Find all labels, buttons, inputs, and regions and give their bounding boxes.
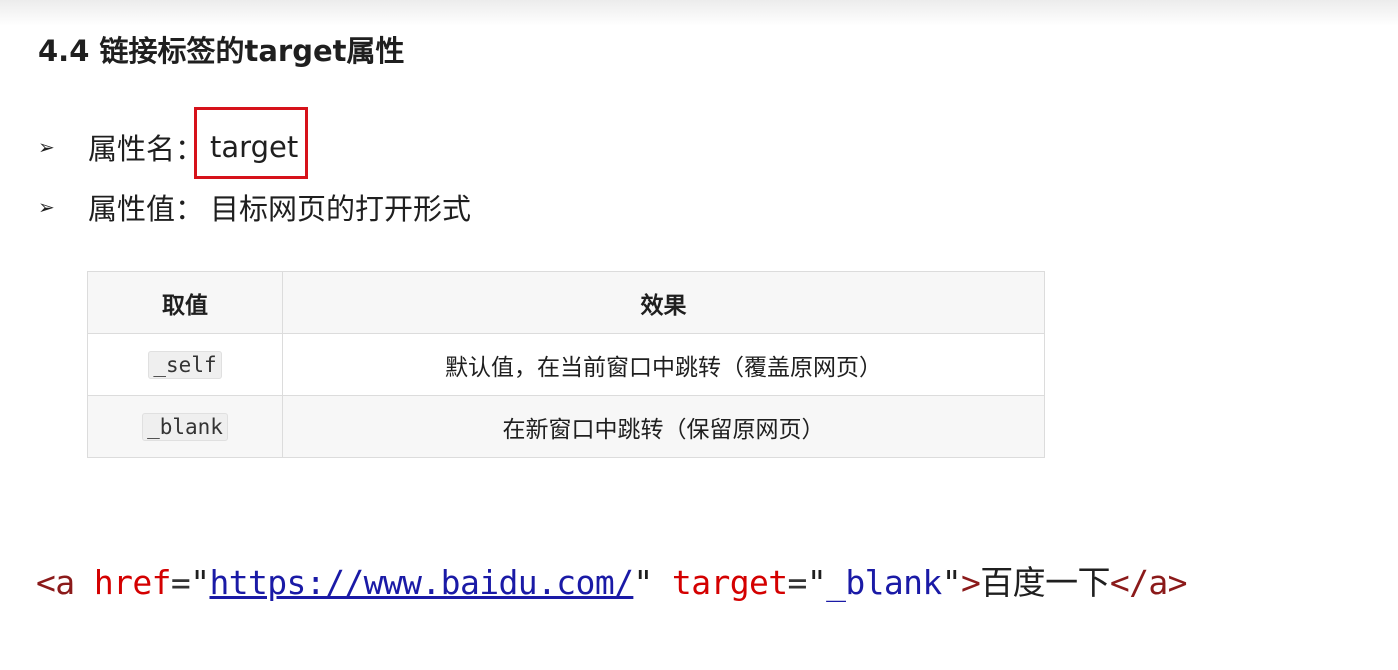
code-attr-target: target: [671, 563, 788, 602]
table-header-effect: 效果: [282, 271, 1045, 334]
bullet-label: 属性值：: [88, 192, 205, 226]
table-cell-value: _blank: [87, 395, 283, 458]
arrow-bullet-icon: ➢: [38, 135, 55, 159]
code-open-tag: <a: [36, 563, 75, 602]
code-target-value: _blank: [826, 563, 942, 602]
code-close-bracket: >: [960, 563, 981, 602]
code-quote: ": [190, 563, 210, 602]
table-cell-effect: 默认值，在当前窗口中跳转（覆盖原网页）: [282, 333, 1045, 396]
table-header-row: 取值 效果: [87, 271, 1045, 334]
code-link-text: 百度一下: [980, 563, 1110, 602]
section-heading: 4.4 链接标签的target属性: [38, 34, 405, 68]
target-values-table: 取值 效果 _self 默认值，在当前窗口中跳转（覆盖原网页） _blank 在…: [87, 271, 1045, 458]
table-header-value: 取值: [87, 271, 283, 334]
highlight-box: [194, 107, 308, 179]
table-cell-effect: 在新窗口中跳转（保留原网页）: [282, 395, 1045, 458]
code-chip: _self: [148, 350, 222, 379]
code-example: <a href="https://www.baidu.com/" target=…: [36, 556, 1188, 604]
bullet-value: 目标网页的打开形式: [210, 192, 472, 226]
code-equals: =: [170, 563, 191, 602]
code-quote: ": [633, 563, 653, 602]
table-row: _self 默认值，在当前窗口中跳转（覆盖原网页）: [87, 333, 1045, 396]
table-row: _blank 在新窗口中跳转（保留原网页）: [87, 395, 1045, 458]
top-shade: [0, 0, 1398, 26]
code-end-tag: </a>: [1109, 563, 1188, 602]
table-cell-value: _self: [87, 333, 283, 396]
code-quote: ": [806, 563, 827, 602]
code-url-link[interactable]: https://www.baidu.com/: [209, 563, 633, 602]
arrow-bullet-icon: ➢: [38, 195, 55, 219]
bullet-attribute-value: ➢ 属性值： 目标网页的打开形式: [38, 187, 471, 227]
code-equals: =: [787, 563, 808, 602]
code-chip: _blank: [142, 412, 228, 441]
code-quote: ": [941, 563, 962, 602]
code-attr-href: href: [93, 563, 172, 602]
bullet-label: 属性名：: [88, 132, 205, 166]
